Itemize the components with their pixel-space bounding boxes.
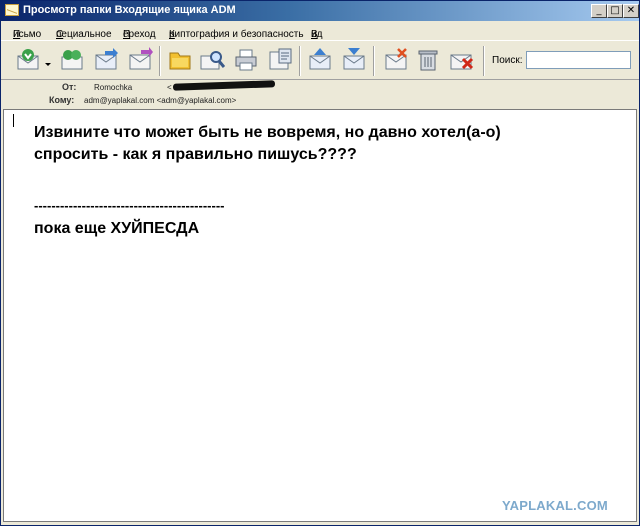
folder-icon[interactable] [167, 47, 193, 73]
close-button[interactable]: ✕ [623, 4, 639, 18]
maximize-button[interactable]: □ [607, 4, 623, 18]
to-address[interactable]: adm@yaplakal.com <adm@yaplakal.com> [84, 96, 236, 105]
properties-icon[interactable] [267, 47, 293, 73]
dropdown-arrow-icon[interactable] [43, 47, 53, 73]
text-caret [13, 114, 14, 127]
toolbar-separator [373, 46, 375, 76]
message-line-3: пока еще ХУЙПЕСДА [34, 220, 200, 237]
window-title: Просмотр папки Входящие ящика ADM [23, 4, 236, 16]
envelope-app-icon [5, 4, 19, 16]
message-separator: ----------------------------------------… [34, 198, 225, 213]
minimize-button[interactable]: _ [591, 4, 607, 18]
print-icon[interactable] [233, 47, 259, 73]
message-body[interactable]: Извините что может быть не вовремя, но д… [3, 109, 637, 522]
delete-mark-icon[interactable] [383, 47, 409, 73]
message-line-2: спросить - как я правильно пишусь???? [34, 146, 357, 163]
receive-mail-icon[interactable] [15, 47, 41, 73]
trash-icon[interactable] [415, 47, 441, 73]
previous-message-icon[interactable] [307, 47, 333, 73]
yaplakal-watermark: YAPLAKAL.COM [502, 498, 608, 513]
toolbar-separator [159, 46, 161, 76]
send-receive-icon[interactable] [127, 47, 153, 73]
next-message-icon[interactable] [341, 47, 367, 73]
title-bar[interactable]: Просмотр папки Входящие ящика ADM _ □ ✕ [1, 1, 639, 21]
message-line-1: Извините что может быть не вовремя, но д… [34, 124, 501, 141]
search-input[interactable] [526, 51, 631, 69]
from-email-bracket: < [167, 83, 172, 92]
delete-message-icon[interactable] [449, 47, 475, 73]
toolbar: Поиск: [1, 40, 639, 80]
toolbar-separator [483, 46, 485, 76]
menu-bar: Письмо Специальное Переход Криптография … [13, 29, 323, 40]
toolbar-separator [299, 46, 301, 76]
find-message-icon[interactable] [199, 47, 226, 73]
mail-window: Просмотр папки Входящие ящика ADM _ □ ✕ … [0, 0, 640, 526]
from-name[interactable]: Romochka [94, 83, 132, 92]
address-book-icon[interactable] [59, 47, 85, 73]
forward-icon[interactable] [93, 47, 119, 73]
to-label: Кому: [49, 95, 75, 105]
from-label: От: [62, 82, 77, 92]
message-headers: От: Romochka < Кому: adm@yaplakal.com <a… [1, 80, 639, 110]
search-label: Поиск: [492, 55, 523, 66]
